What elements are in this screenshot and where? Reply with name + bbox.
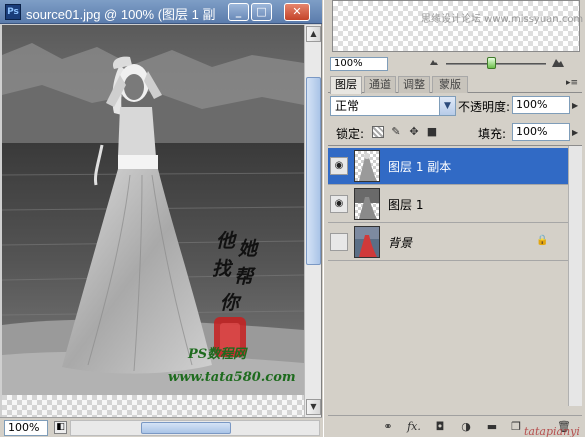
blend-mode-select[interactable]: 正常 ▼ [330,96,456,116]
layers-panel: 图层 通道 调整 蒙版 ▸≡ 正常 ▼ 不透明度: 100% ▶ 锁定: ✎ ✥… [328,75,582,437]
blend-mode-value: 正常 [335,99,360,113]
fx-icon[interactable]: fx. [406,420,422,434]
layer-thumbnail[interactable] [354,226,380,258]
tab-adjustments[interactable]: 调整 [398,76,430,93]
photoshop-app-icon: Ps [5,4,21,20]
layer-name[interactable]: 图层 1 [388,196,423,213]
calligraphy-char: 你 [220,292,242,314]
scroll-down-arrow-icon[interactable]: ▼ [306,399,321,415]
scroll-up-arrow-icon[interactable]: ▲ [306,26,321,42]
lock-brush-icon[interactable]: ✎ [390,126,402,138]
panels-column: 思缘设计论坛 www.missyuan.com 100% 图层 通道 调整 蒙版… [323,0,585,437]
minimize-button[interactable]: _ [228,3,249,21]
tab-channels[interactable]: 通道 [364,76,396,93]
layers-footer-bar: ⚭ fx. ◘ ◑ ▬ ❐ 🗑 tatapianyi [328,415,582,437]
layer-thumbnail[interactable] [354,188,380,220]
navigator-preview[interactable]: 思缘设计论坛 www.missyuan.com [332,0,584,52]
document-title: source01.jpg @ 100% (图层 1 副 [26,7,216,22]
opacity-dropdown-icon[interactable]: ▶ [572,101,578,110]
lock-icon: 🔒 [536,235,549,246]
tab-masks[interactable]: 蒙版 [432,76,468,93]
new-layer-icon[interactable]: ❐ [508,420,524,434]
bottom-transparency [2,395,304,417]
layer-name[interactable]: 背景 [388,234,412,251]
navigator-zoom-slider-thumb[interactable] [487,57,496,69]
eye-icon[interactable]: ◉ [330,157,348,175]
opacity-label: 不透明度: [458,100,511,114]
document-window: Ps source01.jpg @ 100% (图层 1 副 _ □ ✕ 他 她… [0,0,322,437]
photoshop-screen: Ps source01.jpg @ 100% (图层 1 副 _ □ ✕ 他 她… [0,0,585,437]
document-title-bar[interactable]: Ps source01.jpg @ 100% (图层 1 副 _ □ ✕ [0,0,322,24]
document-horizontal-scrollbar[interactable] [70,420,320,436]
zoom-level-field[interactable]: 100% [4,420,48,436]
folder-icon[interactable]: ▬ [484,420,500,434]
navigator-zoom-row: 100% [324,54,585,72]
panel-menu-icon[interactable]: ▸≡ [564,78,580,90]
layer-list-scrollbar[interactable] [568,146,582,406]
fill-label: 填充: [478,127,507,141]
eye-icon[interactable]: ◉ [330,195,348,213]
zoom-out-mountain-icon[interactable] [430,59,438,65]
fill-field[interactable]: 100% [512,123,570,141]
vertical-scroll-thumb[interactable] [306,77,321,265]
chevron-down-icon[interactable]: ▼ [439,97,455,115]
layer-row[interactable]: 背景 🔒 [328,224,568,261]
lock-position-icon[interactable]: ✥ [408,126,420,138]
fill-dropdown-icon[interactable]: ▶ [572,128,578,137]
site-brand-text: PS数程网 [187,346,248,362]
status-info-icon[interactable]: ◧ [54,421,67,434]
lock-transparency-icon[interactable] [372,126,384,138]
lock-all-icon[interactable]: ■ [426,126,438,138]
visibility-toggle-empty[interactable] [330,233,348,251]
mask-icon[interactable]: ◘ [432,420,448,434]
calligraphy-char: 找 [212,258,234,280]
document-status-bar: 100% ◧ [0,417,322,437]
maximize-button[interactable]: □ [251,3,272,21]
zoom-in-mountain-icon[interactable] [552,58,564,67]
adjustment-icon[interactable]: ◑ [458,420,474,434]
layer-thumbnail[interactable] [354,150,380,182]
canvas-image: 他 她 找 帮 你 PS数程网 www.tata580.com [2,25,304,417]
opacity-field[interactable]: 100% [512,96,570,114]
navigator-watermark: 思缘设计论坛 www.missyuan.com [421,14,584,25]
navigator-zoom-field[interactable]: 100% [330,57,388,71]
tab-layers[interactable]: 图层 [330,76,362,94]
document-canvas[interactable]: 他 她 找 帮 你 PS数程网 www.tata580.com [2,25,304,417]
calligraphy-char: 她 [238,238,260,260]
horizontal-scroll-thumb[interactable] [141,422,231,434]
site-url-text: www.tata580.com [168,370,296,385]
link-icon[interactable]: ⚭ [380,420,396,434]
close-button[interactable]: ✕ [284,3,310,21]
layer-name[interactable]: 图层 1 副本 [388,158,451,175]
layers-panel-tabs: 图层 通道 调整 蒙版 ▸≡ [328,75,582,94]
lock-label: 锁定: [336,127,365,141]
calligraphy-char: 他 [216,230,238,252]
layer-row[interactable]: ◉ 图层 1 [328,186,568,223]
layer-row[interactable]: ◉ 图层 1 副本 [328,148,568,185]
footer-watermark: tatapianyi [524,425,580,437]
document-vertical-scrollbar[interactable]: ▲ ▼ [304,25,321,417]
navigator-zoom-slider[interactable] [446,63,546,65]
layer-list: ◉ 图层 1 副本 ◉ 图层 1 背景 🔒 [328,145,582,406]
